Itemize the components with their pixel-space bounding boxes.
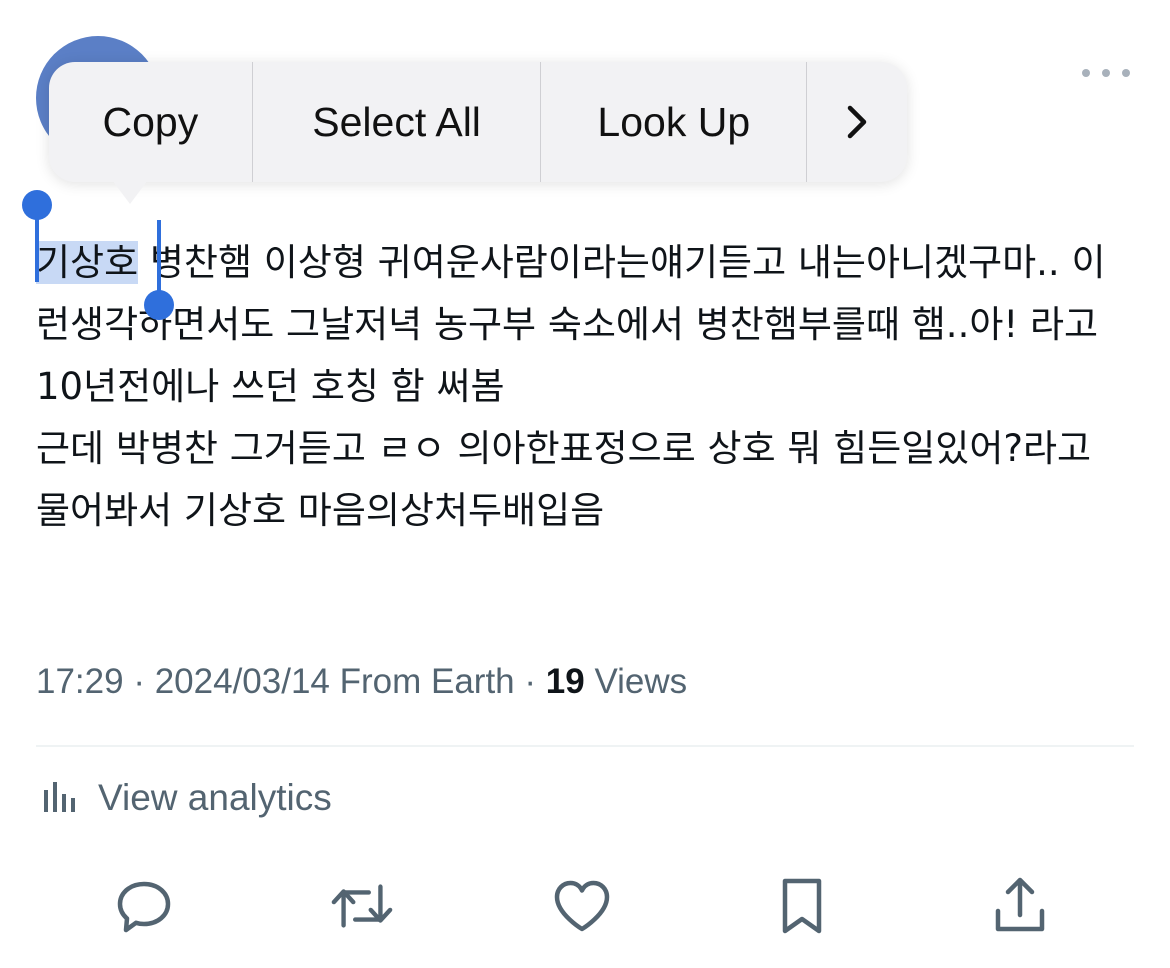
menu-pointer [112, 180, 148, 204]
more-options-icon[interactable] [1082, 58, 1130, 88]
tweet-source: From Earth [339, 662, 515, 701]
tweet-time: 17:29 [36, 662, 124, 701]
chevron-right-icon[interactable] [807, 62, 907, 182]
retweet-icon[interactable] [330, 874, 394, 938]
tweet-actions [0, 874, 1170, 944]
view-analytics-label: View analytics [98, 777, 332, 818]
text-edit-menu: Copy Select All Look Up [49, 62, 907, 182]
tweet-date: 2024/03/14 [154, 662, 330, 701]
look-up-button[interactable]: Look Up [541, 62, 806, 182]
bookmark-icon[interactable] [770, 874, 834, 938]
tweet-meta: 17:29 · 2024/03/14 From Earth · 19 Views [36, 662, 688, 701]
views-count: 19 [545, 662, 585, 701]
like-icon[interactable] [550, 874, 614, 938]
reply-icon[interactable] [112, 874, 176, 938]
view-analytics-button[interactable]: View analytics [40, 776, 332, 820]
share-icon[interactable] [988, 874, 1052, 938]
views-label: Views [594, 662, 688, 701]
tweet-body: 병찬햄 이상형 귀여운사람이라는얘기듣고 내는아니겠구마.. 이런생각하면서도 … [36, 241, 1106, 532]
selection-start-handle[interactable] [22, 190, 52, 292]
bar-chart-icon [40, 776, 78, 820]
tweet-text: 기상호 병찬햄 이상형 귀여운사람이라는얘기듣고 내는아니겠구마.. 이런생각하… [36, 232, 1136, 542]
selection-end-handle[interactable] [143, 220, 175, 322]
divider [36, 745, 1134, 747]
select-all-button[interactable]: Select All [253, 62, 541, 182]
copy-button[interactable]: Copy [49, 62, 252, 182]
